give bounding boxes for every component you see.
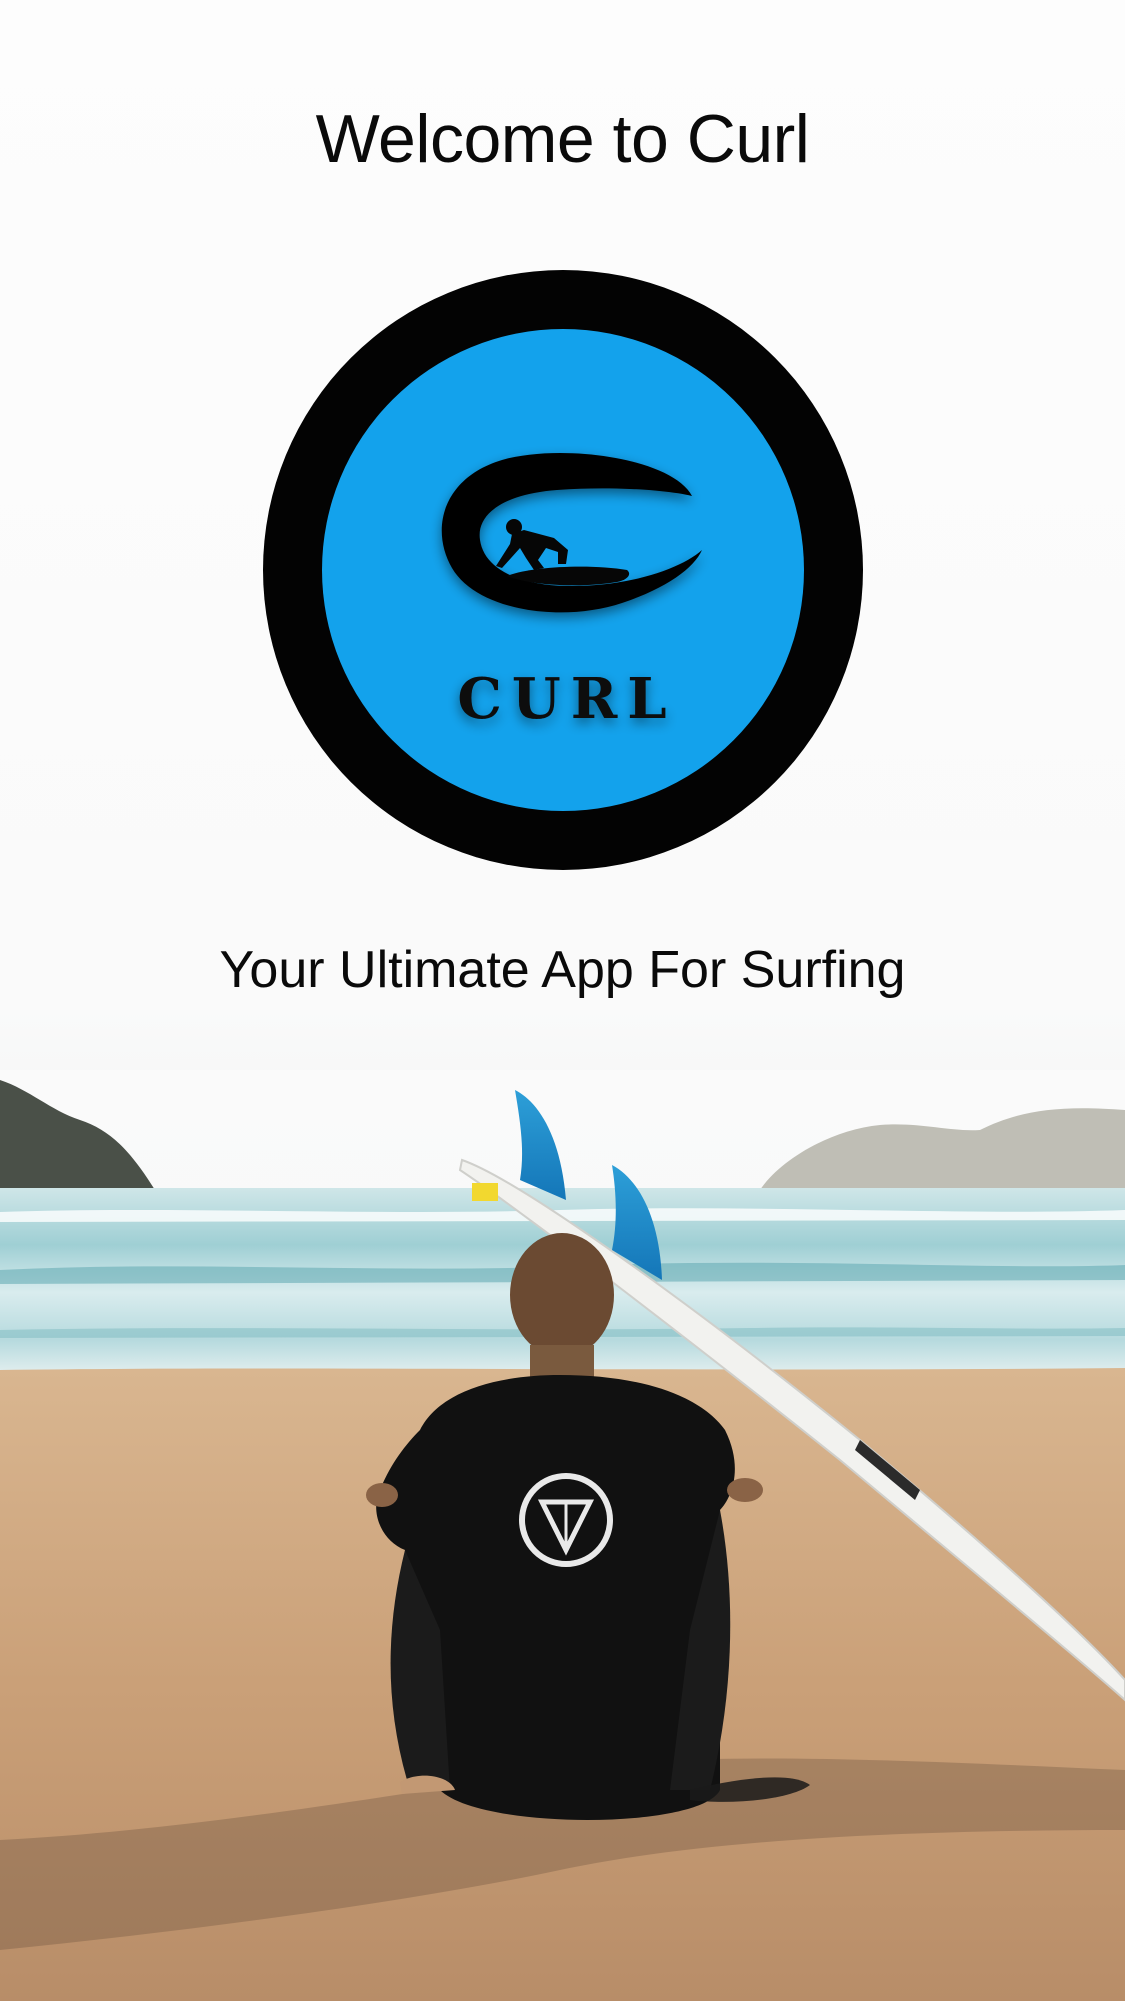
tagline: Your Ultimate App For Surfing [219, 941, 906, 999]
logo-wordmark: CURL [457, 666, 676, 732]
welcome-screen: Welcome to Curl CURL Your Ultimate App F… [0, 0, 1125, 2001]
curl-logo: CURL [263, 270, 863, 870]
welcome-title: Welcome to Curl [315, 101, 810, 177]
surfer-sitting-on-beach-image [0, 1070, 1125, 2001]
